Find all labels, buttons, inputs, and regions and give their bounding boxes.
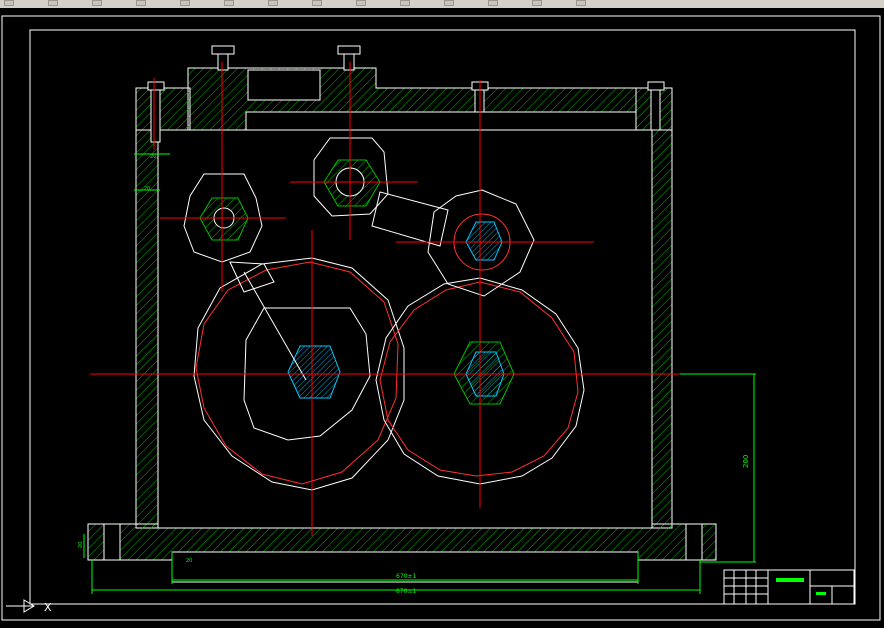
tb-button-12[interactable] (488, 0, 498, 6)
dim-small-top1: 20 (150, 154, 156, 160)
title-mark (776, 578, 804, 582)
tb-button-7[interactable] (268, 0, 278, 6)
drawing-svg: 200 670±1 670±1 20 20 20 20 X (1, 15, 881, 621)
tb-button-11[interactable] (444, 0, 454, 6)
tb-button-8[interactable] (312, 0, 322, 6)
tb-button-13[interactable] (532, 0, 542, 6)
ucs-label: X (44, 601, 52, 614)
tb-button-5[interactable] (180, 0, 190, 6)
title-block (723, 569, 855, 605)
dim-height-right: 200 (742, 455, 750, 468)
dim-small-top2: 20 (144, 186, 150, 192)
dim-bottom-inner: 670±1 (396, 573, 416, 580)
tb-button-4[interactable] (136, 0, 146, 6)
tb-button-14[interactable] (576, 0, 586, 6)
dim-small-left: 20 (78, 542, 84, 548)
dim-small-base: 20 (186, 558, 192, 564)
title-mark-small (816, 592, 826, 595)
housing (87, 67, 717, 583)
tb-button-10[interactable] (400, 0, 410, 6)
dim-bottom-outer: 670±1 (396, 588, 416, 595)
tb-button-1[interactable] (4, 0, 14, 6)
drawing-canvas[interactable]: 200 670±1 670±1 20 20 20 20 X (0, 8, 884, 624)
tb-button-9[interactable] (356, 0, 366, 6)
tb-button-3[interactable] (92, 0, 102, 6)
tb-button-6[interactable] (224, 0, 234, 6)
tb-button-2[interactable] (48, 0, 58, 6)
